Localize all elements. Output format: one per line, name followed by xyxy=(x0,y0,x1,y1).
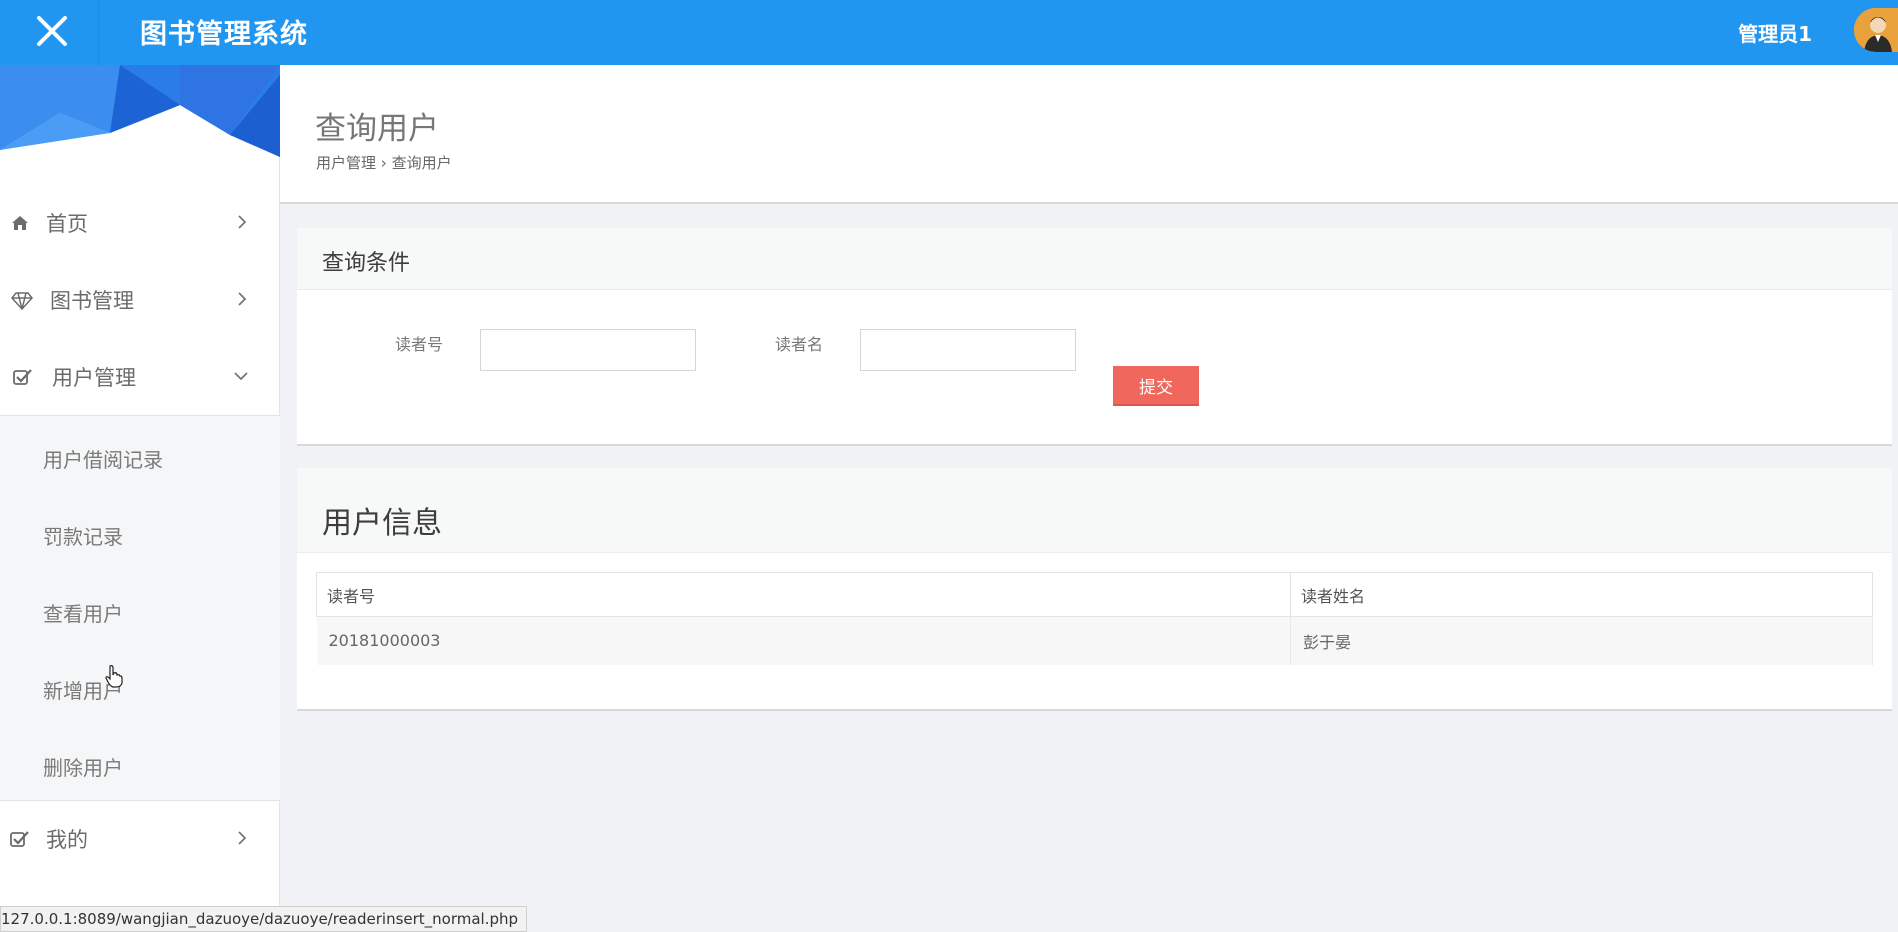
sidebar-banner xyxy=(0,65,280,157)
top-bar: 图书管理系统 管理员1 xyxy=(0,0,1898,65)
sidebar-item-books[interactable]: 图书管理 xyxy=(0,263,280,339)
cell-reader-id: 20181000003 xyxy=(316,616,1291,665)
query-panel-header: 查询条件 xyxy=(297,228,1892,290)
page-title: 查询用户 xyxy=(315,111,439,147)
table-header-row: 读者号 读者姓名 xyxy=(316,572,1873,617)
breadcrumb-parent[interactable]: 用户管理 xyxy=(316,154,376,172)
checkbox-icon xyxy=(10,831,29,847)
sidebar-item-label: 用户管理 xyxy=(52,366,136,390)
breadcrumb-current: 查询用户 xyxy=(391,154,452,172)
results-panel-header: 用户信息 xyxy=(297,468,1892,553)
cell-reader-name: 彭于晏 xyxy=(1290,616,1873,665)
results-panel-title: 用户信息 xyxy=(322,506,442,541)
submenu-item-label: 用户借阅记录 xyxy=(43,448,163,472)
users-submenu: 用户借阅记录 罚款记录 查看用户 新增用户 删除用户 xyxy=(0,415,280,801)
submenu-item-label: 罚款记录 xyxy=(43,525,123,549)
sidebar-item-mine[interactable]: 我的 xyxy=(0,802,280,878)
sidebar-item-label: 图书管理 xyxy=(50,289,134,313)
query-panel: 查询条件 读者号 读者名 提交 xyxy=(297,228,1892,446)
sidebar-item-users[interactable]: 用户管理 xyxy=(0,340,280,416)
reader-id-input[interactable] xyxy=(480,329,696,371)
sidebar-item-label: 首页 xyxy=(46,212,88,236)
close-icon[interactable] xyxy=(28,8,78,56)
sidebar-item-home[interactable]: 首页 xyxy=(0,186,280,262)
browser-status-url: 127.0.0.1:8089/wangjian_dazuoye/dazuoye/… xyxy=(0,906,528,932)
submenu-item-borrow-records[interactable]: 用户借阅记录 xyxy=(0,424,280,494)
sidebar-item-label: 我的 xyxy=(46,828,88,852)
query-panel-title: 查询条件 xyxy=(322,251,411,276)
submenu-item-delete-user[interactable]: 删除用户 xyxy=(0,732,280,802)
column-header-reader-id: 读者号 xyxy=(316,572,1291,617)
sidebar: 首页 图书管理 用户管理 用户借阅记录 罚款记录 查看用户 新增用户 删除用户 … xyxy=(0,65,280,932)
column-header-reader-name: 读者姓名 xyxy=(1290,572,1873,617)
chevron-right-icon xyxy=(238,292,247,306)
chevron-right-icon xyxy=(238,215,247,229)
avatar[interactable] xyxy=(1854,8,1898,52)
topbar-divider xyxy=(98,0,99,65)
breadcrumb-separator: › xyxy=(380,154,387,172)
submenu-item-label: 查看用户 xyxy=(43,602,123,626)
submenu-item-label: 删除用户 xyxy=(43,756,123,780)
chevron-right-icon xyxy=(238,831,247,845)
reader-id-label: 读者号 xyxy=(395,335,444,354)
submenu-item-add-user[interactable]: 新增用户 xyxy=(0,655,280,725)
table-row: 20181000003 彭于晏 xyxy=(316,616,1873,665)
results-panel: 用户信息 读者号 读者姓名 20181000003 彭于晏 xyxy=(297,468,1892,711)
submenu-item-view-users[interactable]: 查看用户 xyxy=(0,578,280,648)
user-name[interactable]: 管理员1 xyxy=(1738,18,1812,47)
checkbox-icon xyxy=(13,369,32,385)
page-header: 查询用户 用户管理 › 查询用户 xyxy=(280,65,1898,204)
reader-name-input[interactable] xyxy=(860,329,1076,371)
breadcrumb: 用户管理 › 查询用户 xyxy=(316,152,452,173)
home-icon xyxy=(12,216,28,230)
hand-cursor-icon xyxy=(105,665,123,688)
submit-button[interactable]: 提交 xyxy=(1113,366,1199,406)
submenu-item-fine-records[interactable]: 罚款记录 xyxy=(0,501,280,571)
reader-name-label: 读者名 xyxy=(775,335,824,354)
chevron-down-icon xyxy=(234,372,248,381)
users-table: 读者号 读者姓名 20181000003 彭于晏 xyxy=(316,572,1873,665)
app-title: 图书管理系统 xyxy=(140,19,308,50)
diamond-icon xyxy=(11,292,33,311)
